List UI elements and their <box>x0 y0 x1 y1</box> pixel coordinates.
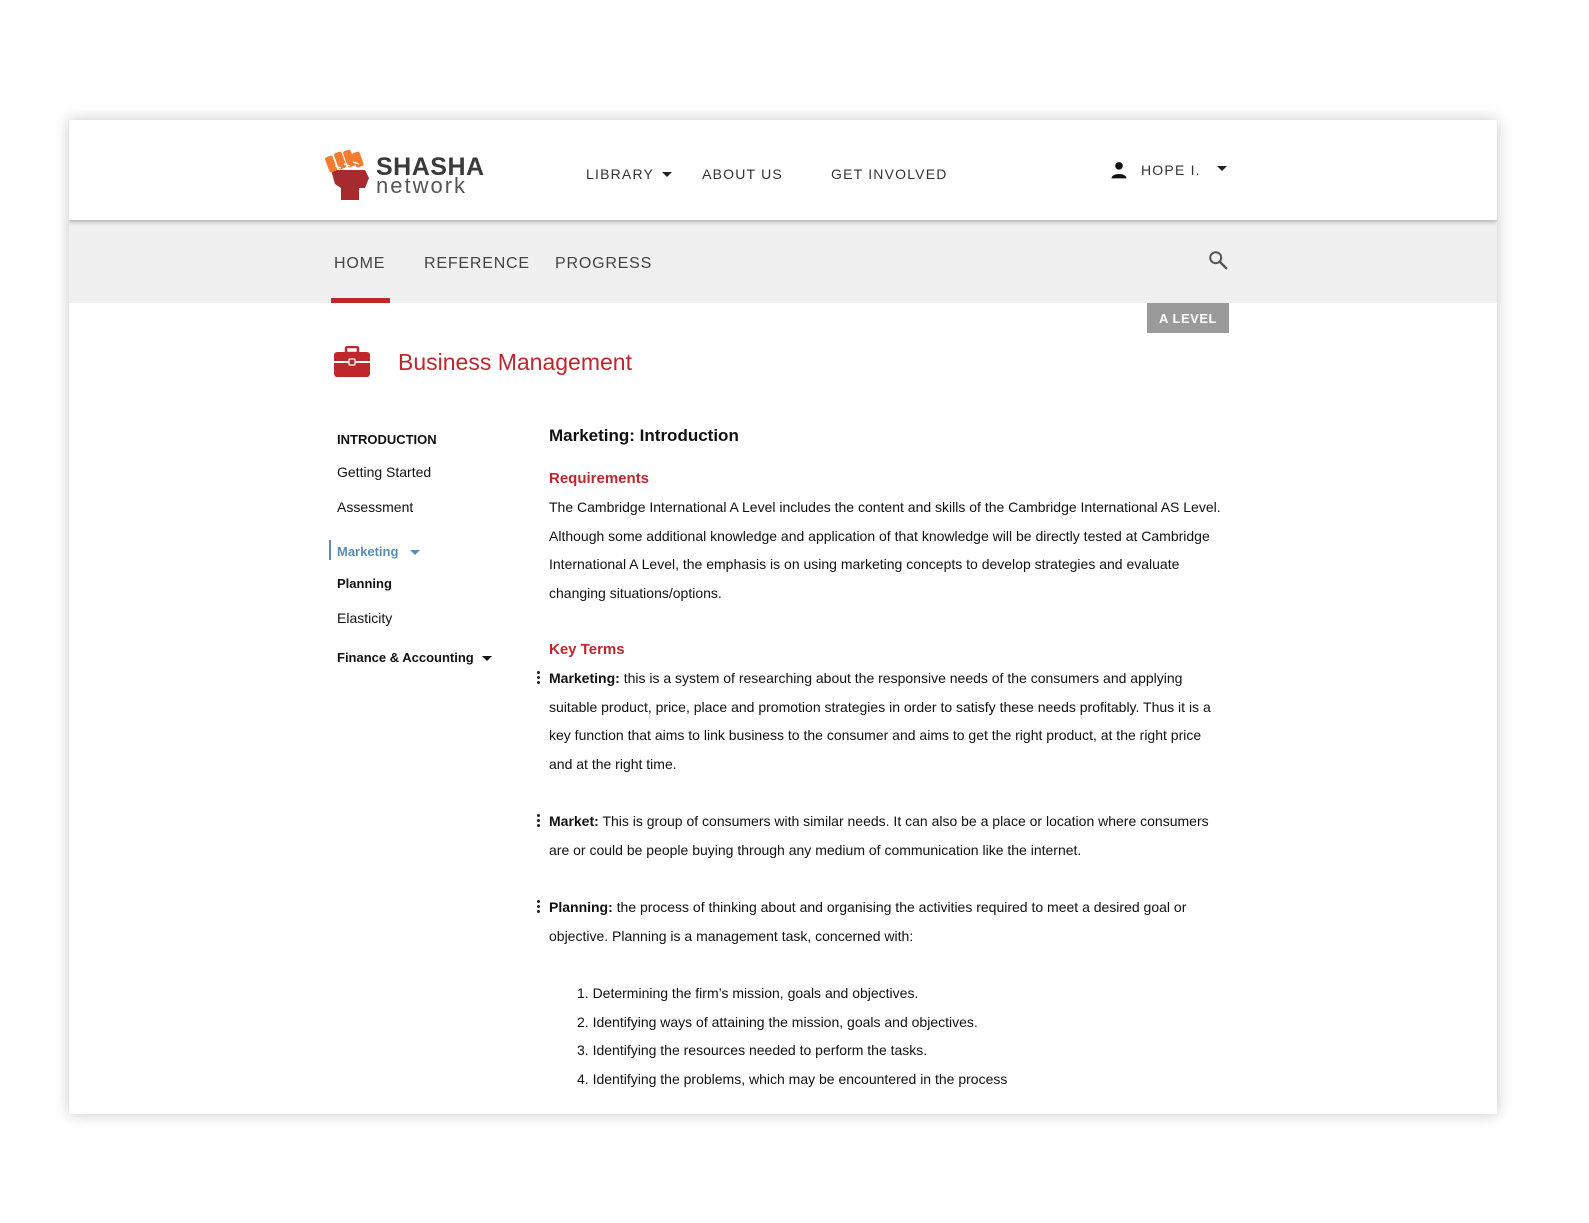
nav-get-involved[interactable]: GET INVOLVED <box>831 166 948 182</box>
more-vert-icon[interactable] <box>537 900 541 914</box>
top-nav: LIBRARY ABOUT US GET INVOLVED <box>586 166 948 182</box>
tab-reference[interactable]: REFERENCE <box>424 255 530 273</box>
term-label: Planning: <box>549 899 613 915</box>
search-button[interactable] <box>1207 249 1229 276</box>
term-label: Market: <box>549 813 599 829</box>
person-icon <box>1111 162 1127 179</box>
sidebar-item-planning[interactable]: Planning <box>337 576 392 591</box>
key-terms-heading: Key Terms <box>549 641 625 658</box>
list-item: 1. Determining the firm’s mission, goals… <box>577 985 919 1001</box>
chevron-down-icon <box>662 171 673 177</box>
user-menu[interactable]: HOPE I. <box>1109 160 1227 180</box>
tab-home[interactable]: HOME <box>334 255 385 273</box>
nav-library[interactable]: LIBRARY <box>586 166 673 182</box>
sidebar-item-marketing-label: Marketing <box>337 544 399 559</box>
more-vert-icon[interactable] <box>537 814 541 828</box>
fist-logo-icon <box>325 149 369 200</box>
active-item-indicator <box>329 540 331 560</box>
brand-subtitle: network <box>376 173 468 198</box>
level-badge: A LEVEL <box>1147 303 1229 333</box>
sidebar-section-introduction: INTRODUCTION <box>337 432 437 447</box>
chevron-down-icon <box>481 656 492 662</box>
term-definition: the process of thinking about and organi… <box>549 899 1187 944</box>
sidebar-item-finance-label: Finance & Accounting <box>337 650 474 665</box>
active-tab-indicator <box>331 298 390 303</box>
requirements-text: The Cambridge International A Level incl… <box>549 499 1221 602</box>
list-item: 2. Identifying ways of attaining the mis… <box>577 1013 978 1030</box>
term-definition: This is group of consumers with similar … <box>549 813 1209 858</box>
term-marketing: Marketing: this is a system of researchi… <box>537 664 1221 779</box>
chevron-down-icon <box>410 550 421 556</box>
list-item: 4. Identifying the problems, which may b… <box>577 1071 1008 1088</box>
sidebar-item-elasticity[interactable]: Elasticity <box>337 610 392 626</box>
term-planning: Planning: the process of thinking about … <box>537 893 1221 950</box>
term-label: Marketing: <box>549 670 620 686</box>
page-title: Marketing: Introduction <box>549 426 739 445</box>
sidebar-item-marketing[interactable]: Marketing <box>337 544 421 559</box>
nav-about-label: ABOUT US <box>702 166 783 182</box>
requirements-heading: Requirements <box>549 470 650 487</box>
more-vert-icon[interactable] <box>537 671 541 685</box>
nav-about-us[interactable]: ABOUT US <box>702 166 783 182</box>
user-name: HOPE I. <box>1141 162 1201 178</box>
sidebar-item-getting-started[interactable]: Getting Started <box>337 464 431 480</box>
term-definition: this is a system of researching about th… <box>549 670 1211 773</box>
term-market: Market: This is group of consumers with … <box>537 807 1221 864</box>
app-window: SHASHA network LIBRARY ABOUT US GET INVO… <box>69 120 1497 1114</box>
course-header: Business Management <box>334 346 632 378</box>
chevron-down-icon <box>1216 165 1227 171</box>
nav-involved-label: GET INVOLVED <box>830 166 948 182</box>
sidebar-item-finance-accounting[interactable]: Finance & Accounting <box>337 650 492 665</box>
course-title: Business Management <box>398 348 632 375</box>
briefcase-icon <box>334 346 370 377</box>
search-icon <box>1209 251 1228 270</box>
nav-library-label: LIBRARY <box>586 166 655 182</box>
shasha-logo[interactable]: SHASHA network <box>325 148 487 202</box>
tab-progress[interactable]: PROGRESS <box>555 255 652 273</box>
list-item: 3. Identifying the resources needed to p… <box>577 1042 928 1059</box>
sub-nav: HOME REFERENCE PROGRESS <box>69 220 1497 303</box>
ordered-list: 1. Determining the firm’s mission, goals… <box>577 979 1007 1094</box>
sidebar-item-assessment[interactable]: Assessment <box>337 499 413 515</box>
top-header: SHASHA network LIBRARY ABOUT US GET INVO… <box>69 120 1497 220</box>
